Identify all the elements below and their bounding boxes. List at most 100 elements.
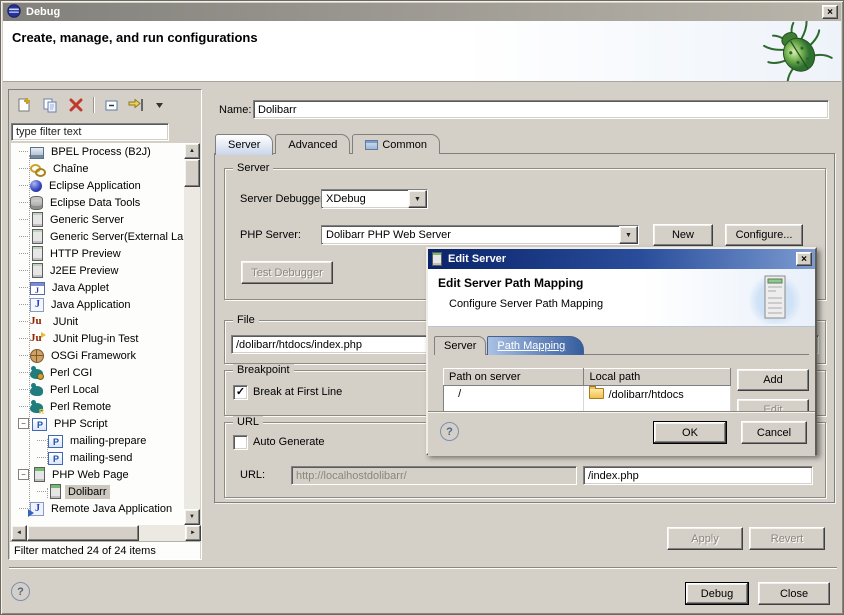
- tree-item-java-applet[interactable]: Java Applet: [11, 279, 185, 296]
- cancel-button[interactable]: Cancel: [741, 421, 807, 444]
- scroll-left-icon[interactable]: ◄: [11, 525, 27, 541]
- tree-connector: [19, 253, 28, 254]
- tree-item-generic-server-external-la[interactable]: Generic Server(External La: [11, 228, 185, 245]
- server-debugger-combo[interactable]: XDebug ▼: [321, 189, 428, 209]
- collapse-toggle-icon[interactable]: −: [18, 469, 29, 480]
- tree-item-php-script[interactable]: −PHP Script: [11, 415, 185, 432]
- tree-item-dolibarr[interactable]: Dolibarr: [11, 483, 185, 500]
- scroll-right-icon[interactable]: ►: [185, 525, 201, 541]
- table-row[interactable]: //dolibarr/htdocs: [444, 386, 731, 403]
- collapse-all-button[interactable]: [102, 96, 120, 114]
- breakpoint-group-label: Breakpoint: [233, 364, 294, 376]
- tree-item-remote-java-application[interactable]: Remote Java Application: [11, 500, 185, 517]
- auto-generate-label: Auto Generate: [253, 436, 325, 448]
- dialog-help-icon[interactable]: ?: [440, 422, 459, 441]
- column-path-on-server[interactable]: Path on server: [444, 369, 584, 386]
- tree-item-http-preview[interactable]: HTTP Preview: [11, 245, 185, 262]
- tree-vertical-scrollbar[interactable]: ▲ ▼: [184, 143, 200, 525]
- add-mapping-button[interactable]: Add: [737, 369, 809, 391]
- help-icon[interactable]: ?: [11, 582, 30, 601]
- tree-item-eclipse-data-tools[interactable]: Eclipse Data Tools: [11, 194, 185, 211]
- dialog-title: Edit Server: [448, 253, 506, 265]
- tree-item-perl-local[interactable]: Perl Local: [11, 381, 185, 398]
- dialog-close-button[interactable]: ×: [796, 252, 812, 266]
- php-script-icon: [32, 418, 47, 431]
- tree-item-osgi-framework[interactable]: OSGi Framework: [11, 347, 185, 364]
- scroll-up-icon[interactable]: ▲: [184, 143, 200, 159]
- vertical-scroll-thumb[interactable]: [184, 159, 200, 187]
- tab-advanced[interactable]: Advanced: [275, 134, 350, 154]
- url-path-input[interactable]: [583, 466, 813, 485]
- configure-server-button[interactable]: Configure...: [725, 224, 803, 246]
- break-first-line-checkbox[interactable]: ✓: [233, 385, 248, 400]
- php-script-icon: [48, 435, 63, 448]
- window-close-button[interactable]: ×: [822, 5, 838, 19]
- filter-button[interactable]: [128, 96, 146, 114]
- chevron-down-icon[interactable]: ▼: [619, 226, 638, 244]
- edit-mapping-button[interactable]: Edit: [737, 399, 809, 413]
- tree-item-label: Eclipse Application: [46, 179, 144, 193]
- column-local-path[interactable]: Local path: [584, 369, 731, 386]
- chevron-down-icon[interactable]: ▼: [408, 190, 427, 208]
- ok-button[interactable]: OK: [653, 421, 727, 444]
- dialog-header-title: Edit Server Path Mapping: [438, 276, 583, 290]
- php-server-combo[interactable]: Dolibarr PHP Web Server ▼: [321, 225, 639, 245]
- tree-item-perl-cgi[interactable]: Perl CGI: [11, 364, 185, 381]
- tree-item-eclipse-application[interactable]: Eclipse Application: [11, 177, 185, 194]
- tree-item-j2ee-preview[interactable]: J2EE Preview: [11, 262, 185, 279]
- tree-connector: [19, 355, 28, 356]
- config-tree-panel: BPEL Process (B2J)Chaîne Eclipse Applicat…: [8, 89, 202, 560]
- dialog-tab-server[interactable]: Server: [434, 336, 486, 355]
- tree-item-junit-plug-in-test[interactable]: JUnit Plug-in Test: [11, 330, 185, 347]
- tree-item-mailing-prepare[interactable]: mailing-prepare: [11, 432, 185, 449]
- perl-local-icon: [30, 386, 43, 396]
- tree-connector: [19, 270, 28, 271]
- duplicate-configuration-button[interactable]: [41, 96, 59, 114]
- tree-item-generic-server[interactable]: Generic Server: [11, 211, 185, 228]
- tree-item-label: JUnit Plug-in Test: [50, 332, 141, 346]
- tree-horizontal-scrollbar[interactable]: ◄ ►: [11, 525, 201, 541]
- delete-configuration-button[interactable]: [67, 96, 85, 114]
- java-applet-icon: [30, 282, 45, 295]
- tree-item-label: Perl CGI: [47, 366, 95, 380]
- config-tree: BPEL Process (B2J)Chaîne Eclipse Applicat…: [11, 143, 185, 525]
- collapse-toggle-icon[interactable]: −: [18, 418, 29, 429]
- chain-icon: [30, 162, 46, 176]
- tree-item-perl-remote[interactable]: Perl Remote: [11, 398, 185, 415]
- tree-connector: [19, 406, 28, 407]
- filter-input[interactable]: [11, 123, 169, 141]
- toolbar-separator: [93, 97, 94, 113]
- tree-toolbar: [11, 92, 164, 118]
- apply-button[interactable]: Apply: [667, 527, 743, 550]
- new-configuration-button[interactable]: [15, 96, 33, 114]
- dialog-header-subtitle: Configure Server Path Mapping: [449, 298, 603, 310]
- tree-item-cha-ne[interactable]: Chaîne: [11, 160, 185, 177]
- tree-item-junit[interactable]: JUnit: [11, 313, 185, 330]
- horizontal-scroll-thumb[interactable]: [27, 525, 139, 541]
- revert-button[interactable]: Revert: [749, 527, 825, 550]
- tree-item-label: HTTP Preview: [47, 247, 124, 261]
- name-input[interactable]: [253, 100, 829, 119]
- path-mapping-table: Path on server Local path //dolibarr/htd…: [443, 368, 731, 413]
- filter-menu-arrow-icon[interactable]: [154, 96, 164, 114]
- close-button[interactable]: Close: [758, 582, 830, 605]
- new-server-button[interactable]: New: [653, 224, 713, 246]
- osgi-icon: [30, 349, 44, 363]
- tree-item-bpel-process-b2j[interactable]: BPEL Process (B2J): [11, 143, 185, 160]
- tree-connector: [19, 338, 28, 339]
- tree-item-label: OSGi Framework: [48, 349, 139, 363]
- test-debugger-button[interactable]: Test Debugger: [241, 261, 333, 284]
- scroll-down-icon[interactable]: ▼: [184, 509, 200, 525]
- tree-connector: [19, 202, 28, 203]
- tree-item-java-application[interactable]: Java Application: [11, 296, 185, 313]
- tree-item-mailing-send[interactable]: mailing-send: [11, 449, 185, 466]
- tree-item-php-web-page[interactable]: −PHP Web Page: [11, 466, 185, 483]
- dialog-tabs: Server Path Mapping: [434, 336, 585, 355]
- url-base-input: [291, 466, 577, 485]
- dialog-tab-path-mapping[interactable]: Path Mapping: [487, 336, 584, 355]
- server-tower-icon: [749, 272, 801, 324]
- tab-common[interactable]: Common: [352, 134, 440, 154]
- debug-button[interactable]: Debug: [685, 582, 749, 605]
- auto-generate-checkbox[interactable]: ✓: [233, 435, 248, 450]
- tab-server[interactable]: Server: [215, 134, 273, 155]
